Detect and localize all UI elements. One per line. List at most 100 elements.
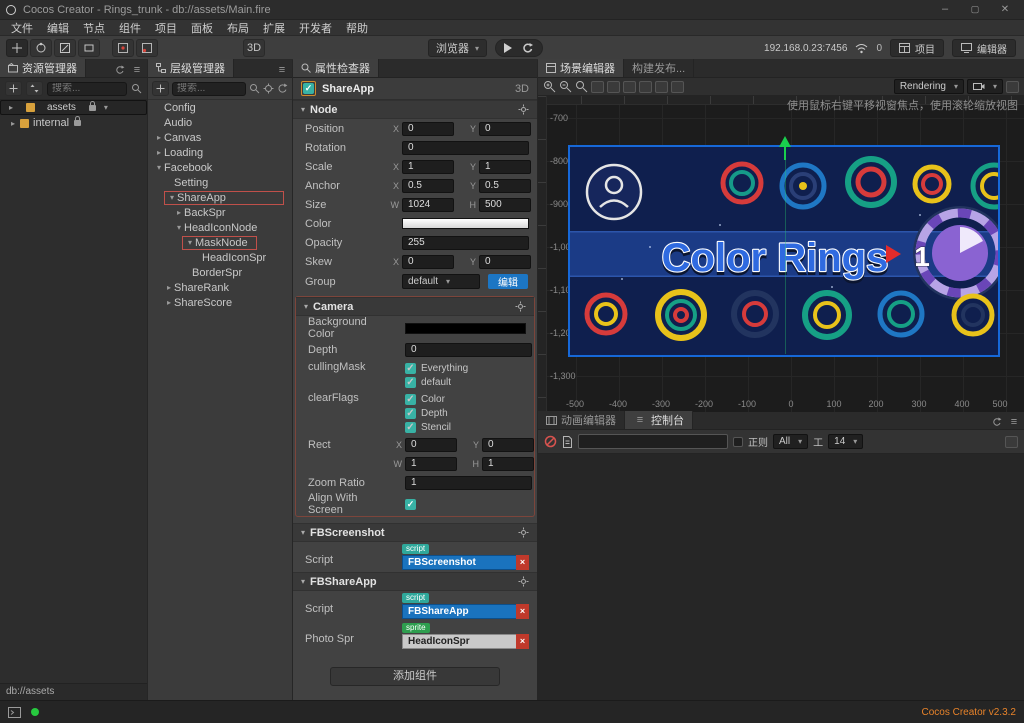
tab-console[interactable]: 控制台 bbox=[625, 411, 693, 429]
log-filter-input[interactable] bbox=[578, 434, 728, 449]
asset-item-assets[interactable]: assets bbox=[0, 100, 147, 115]
fbshareapp-section-header[interactable]: FBShareApp bbox=[293, 572, 537, 591]
chevron-right-icon[interactable] bbox=[154, 148, 164, 157]
menu-layout[interactable]: 布局 bbox=[220, 20, 256, 36]
play-icon[interactable] bbox=[504, 43, 513, 53]
maximize-button[interactable] bbox=[962, 2, 988, 18]
tree-node-shareapp[interactable]: ShareApp bbox=[148, 190, 292, 205]
preview-target-dropdown[interactable]: 浏览器 bbox=[428, 39, 488, 57]
font-size-select[interactable]: 14 bbox=[828, 434, 864, 449]
menu-project[interactable]: 项目 bbox=[148, 20, 184, 36]
group-select[interactable]: default bbox=[402, 274, 480, 289]
asset-item-internal[interactable]: internal bbox=[0, 115, 147, 131]
rect-h-input[interactable]: 1 bbox=[482, 456, 534, 471]
rect-y-input[interactable]: 0 bbox=[482, 437, 534, 452]
tree-node-sharerank[interactable]: ShareRank bbox=[148, 280, 292, 295]
scale-y-input[interactable]: 1 bbox=[479, 159, 531, 174]
camera-section-header[interactable]: Camera bbox=[296, 297, 534, 316]
log-file-icon[interactable] bbox=[562, 435, 573, 448]
position-y-input[interactable]: 0 bbox=[479, 121, 531, 136]
tree-node-config[interactable]: Config bbox=[148, 100, 292, 115]
hierarchy-search-input[interactable] bbox=[172, 81, 246, 96]
menu-node[interactable]: 节点 bbox=[76, 20, 112, 36]
collapse-logs-icon[interactable] bbox=[1005, 435, 1018, 448]
zoom-in-icon[interactable] bbox=[543, 80, 556, 93]
add-component-button[interactable]: 添加组件 bbox=[330, 667, 500, 686]
size-h-input[interactable]: 500 bbox=[479, 197, 531, 212]
tab-scene-editor[interactable]: 场景编辑器 bbox=[538, 59, 624, 77]
rect-x-input[interactable]: 0 bbox=[405, 437, 457, 452]
tab-build-publish[interactable]: 构建发布... bbox=[624, 59, 695, 77]
log-level-select[interactable]: All bbox=[773, 434, 809, 449]
tree-node-headiconnode[interactable]: HeadIconNode bbox=[148, 220, 292, 235]
rotation-input[interactable]: 0 bbox=[402, 140, 529, 155]
gear-icon[interactable] bbox=[518, 527, 529, 538]
menu-edit[interactable]: 编辑 bbox=[40, 20, 76, 36]
assets-search-input[interactable] bbox=[47, 81, 127, 96]
tree-node-borderspr[interactable]: BorderSpr bbox=[148, 265, 292, 280]
tree-node-audio[interactable]: Audio bbox=[148, 115, 292, 130]
anchor-y-input[interactable]: 0.5 bbox=[479, 178, 531, 193]
pivot-toggle-button[interactable] bbox=[112, 39, 134, 57]
rendering-mode-select[interactable]: Rendering bbox=[893, 79, 964, 94]
create-asset-button[interactable] bbox=[5, 81, 22, 96]
snap-toggle-icon[interactable] bbox=[607, 80, 620, 93]
y-axis-gizmo[interactable] bbox=[784, 147, 786, 160]
refresh-assets-icon[interactable] bbox=[113, 63, 127, 77]
chevron-right-icon[interactable] bbox=[174, 208, 184, 217]
remove-icon[interactable]: × bbox=[516, 604, 529, 619]
zoom-out-icon[interactable] bbox=[559, 80, 572, 93]
gear-icon[interactable] bbox=[518, 104, 529, 115]
culling-everything-checkbox[interactable]: Everything bbox=[405, 363, 468, 374]
sprite-reference-field[interactable]: HeadIconSpr × bbox=[402, 634, 529, 649]
tree-node-masknode[interactable]: MaskNode bbox=[148, 235, 292, 250]
chevron-right-icon[interactable] bbox=[8, 119, 18, 128]
menu-file[interactable]: 文件 bbox=[4, 20, 40, 36]
regex-checkbox[interactable] bbox=[733, 436, 743, 447]
node-active-checkbox[interactable] bbox=[301, 81, 316, 96]
fullscreen-icon[interactable] bbox=[1006, 80, 1019, 93]
edit-group-button[interactable]: 编辑 bbox=[488, 274, 528, 289]
chevron-down-icon[interactable] bbox=[154, 163, 164, 172]
color-swatch[interactable] bbox=[402, 218, 529, 229]
opacity-input[interactable]: 255 bbox=[402, 235, 529, 250]
tree-node-headiconspr[interactable]: HeadIconSpr bbox=[148, 250, 292, 265]
chevron-right-icon[interactable] bbox=[164, 298, 174, 307]
search-icon[interactable] bbox=[249, 83, 260, 94]
menu-component[interactable]: 组件 bbox=[112, 20, 148, 36]
zoom-reset-icon[interactable] bbox=[575, 80, 588, 93]
clear-logs-icon[interactable] bbox=[544, 435, 557, 448]
console-output-area[interactable] bbox=[538, 454, 1024, 700]
scale-x-input[interactable]: 1 bbox=[402, 159, 454, 174]
rect-tool-button[interactable] bbox=[78, 39, 100, 57]
search-icon[interactable] bbox=[131, 83, 142, 94]
coordinate-toggle-button[interactable] bbox=[136, 39, 158, 57]
open-project-button[interactable]: 项目 bbox=[890, 39, 944, 57]
tree-node-setting[interactable]: Setting bbox=[148, 175, 292, 190]
clearflag-color-checkbox[interactable]: Color bbox=[405, 394, 451, 405]
3d-mode-button[interactable]: 3D bbox=[243, 39, 266, 57]
skew-y-input[interactable]: 0 bbox=[479, 254, 531, 269]
remove-icon[interactable]: × bbox=[516, 555, 529, 570]
gear-icon[interactable] bbox=[518, 576, 529, 587]
tab-hierarchy[interactable]: 层级管理器 bbox=[148, 59, 234, 77]
chevron-down-icon[interactable] bbox=[174, 223, 184, 232]
gear-icon[interactable] bbox=[515, 301, 526, 312]
rotate-tool-button[interactable] bbox=[30, 39, 52, 57]
refresh-icon[interactable] bbox=[277, 83, 288, 94]
chevron-right-icon[interactable] bbox=[154, 133, 164, 142]
terminal-icon[interactable] bbox=[8, 706, 21, 718]
chevron-down-icon[interactable] bbox=[167, 193, 177, 202]
scene-viewport[interactable]: 使用鼠标右键平移视窗焦点，使用滚轮缩放视图 -700 -800 -900 -1,… bbox=[538, 96, 1024, 412]
tab-assets[interactable]: 资源管理器 bbox=[0, 59, 86, 77]
tab-inspector[interactable]: 属性检查器 bbox=[293, 59, 379, 77]
clearflag-depth-checkbox[interactable]: Depth bbox=[405, 408, 451, 419]
scene-preview-image[interactable]: Color Rings Color Rings 1 bbox=[568, 145, 1018, 357]
y-axis-gizmo-arrow[interactable] bbox=[779, 136, 791, 147]
depth-input[interactable]: 0 bbox=[405, 342, 532, 357]
panel-menu-icon[interactable] bbox=[1007, 415, 1021, 429]
create-node-button[interactable] bbox=[152, 81, 169, 96]
grid-toggle-icon[interactable] bbox=[591, 80, 604, 93]
refresh-icon[interactable] bbox=[990, 415, 1004, 429]
rect-w-input[interactable]: 1 bbox=[405, 456, 457, 471]
